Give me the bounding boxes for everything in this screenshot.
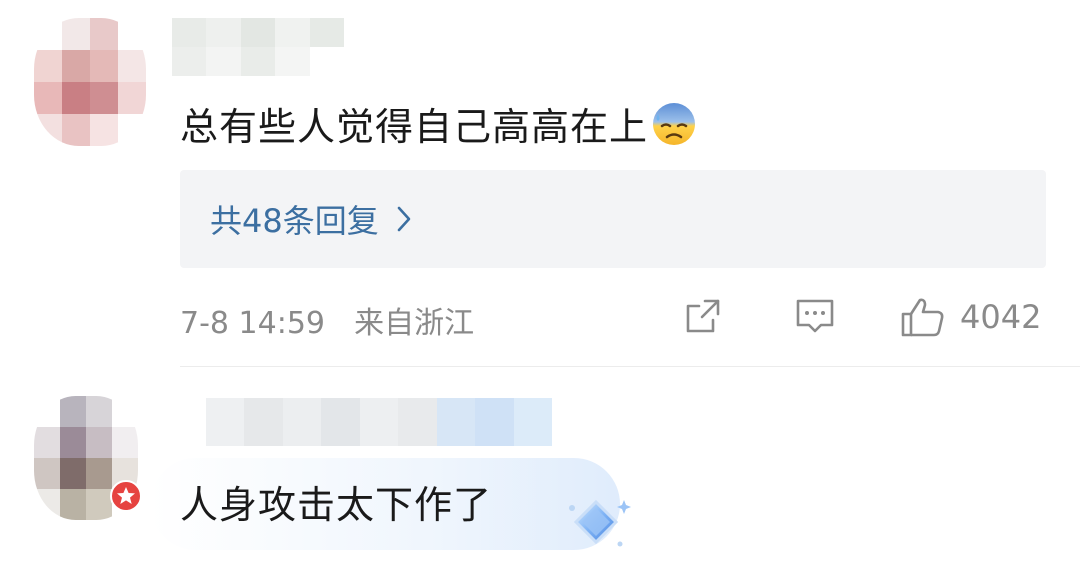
username-blurred[interactable] bbox=[206, 398, 552, 446]
replies-panel[interactable]: 共48条回复 bbox=[180, 170, 1046, 268]
comment-text-content: 人身攻击太下作了 bbox=[180, 483, 493, 527]
comment-text-content: 总有些人觉得自己高高在上 bbox=[180, 105, 649, 149]
timestamp: 7-8 14:59 bbox=[180, 306, 325, 341]
chevron-right-icon bbox=[397, 206, 411, 232]
like-button[interactable]: 4042 bbox=[900, 296, 1041, 338]
reply-button[interactable] bbox=[794, 296, 836, 336]
share-button[interactable] bbox=[683, 296, 723, 336]
thumbs-up-icon bbox=[901, 298, 944, 337]
diamond-sparkle-icon bbox=[569, 499, 631, 547]
comment-icon bbox=[796, 299, 834, 333]
username-blurred[interactable] bbox=[172, 18, 344, 76]
location: 来自浙江 bbox=[354, 306, 475, 341]
comment-divider bbox=[180, 366, 1080, 367]
comment-text: 总有些人觉得自己高高在上 bbox=[180, 96, 698, 151]
anxious-sweat-face-emoji-icon bbox=[653, 103, 696, 145]
replies-count-label: 共48条回复 bbox=[210, 202, 379, 240]
view-replies-link[interactable]: 共48条回复 bbox=[210, 196, 411, 242]
verified-badge-icon bbox=[110, 480, 142, 512]
comment-meta: 7-8 14:59 来自浙江 bbox=[180, 298, 474, 342]
comment-text: 人身攻击太下作了 bbox=[180, 474, 492, 529]
like-count: 4042 bbox=[960, 298, 1042, 336]
share-icon bbox=[686, 299, 720, 333]
avatar[interactable] bbox=[34, 18, 146, 146]
